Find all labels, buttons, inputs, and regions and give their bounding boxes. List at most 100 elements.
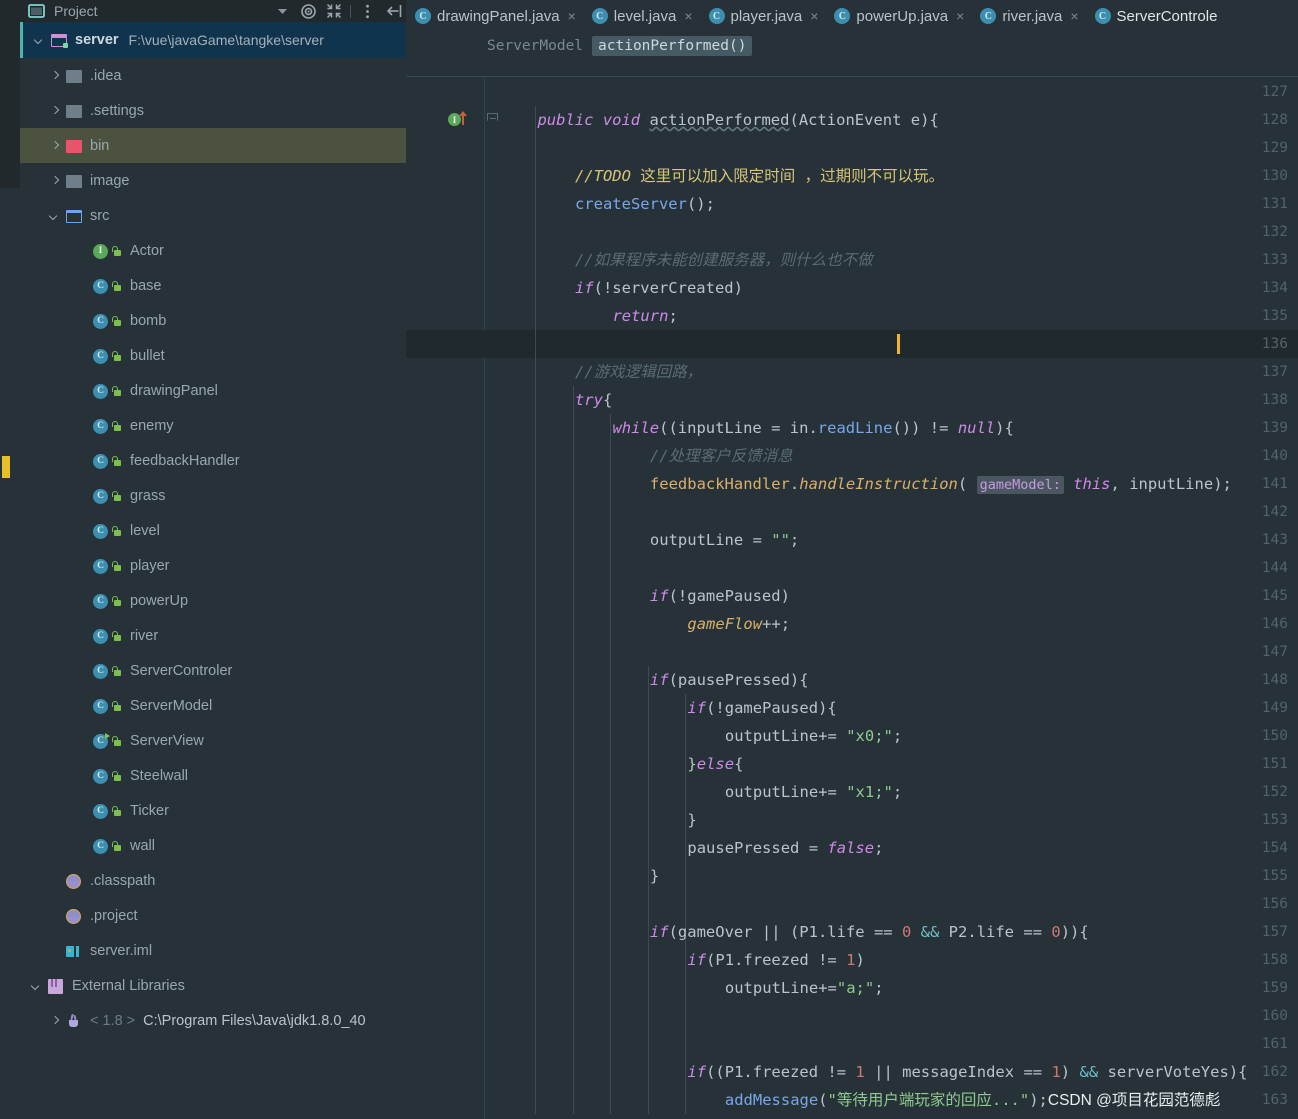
code-line[interactable]: outputLine+="a;"; [484, 974, 1298, 1002]
override-up-arrow-icon[interactable] [458, 111, 467, 125]
chevron-right-icon[interactable] [48, 104, 62, 118]
code-line[interactable] [484, 638, 1298, 666]
code-line[interactable]: public void actionPerformed(ActionEvent … [484, 106, 1298, 134]
lock-icon [112, 385, 121, 397]
editor-tab-drawingpanel-java[interactable]: CdrawingPanel.java × [406, 0, 583, 32]
code-line[interactable]: }else{ [484, 750, 1298, 778]
tree-item-player[interactable]: Cplayer [20, 548, 406, 583]
tree-item-ticker[interactable]: C Ticker [20, 793, 406, 828]
close-icon[interactable]: × [568, 9, 576, 23]
code-line[interactable]: outputLine+= "x0;"; [484, 722, 1298, 750]
code-line[interactable]: //如果程序未能创建服务器，则什么也不做 [484, 246, 1298, 274]
code-line[interactable]: pausePressed = false; [484, 834, 1298, 862]
editor-tab-player-java[interactable]: Cplayer.java × [700, 0, 826, 32]
project-tree[interactable]: server F:\vue\javaGame\tangke\server .idea… [20, 22, 406, 1038]
code-line[interactable] [484, 554, 1298, 582]
tree-arrow-spacer [75, 839, 89, 853]
chevron-right-icon[interactable] [48, 139, 62, 153]
tree-item-level[interactable]: Clevel [20, 513, 406, 548]
code-line[interactable]: feedbackHandler.handleInstruction( gameM… [484, 470, 1298, 498]
tree-item-wall[interactable]: Cwall [20, 828, 406, 863]
tree-item-image[interactable]: image [20, 163, 406, 198]
breadcrumb-method[interactable]: actionPerformed() [592, 36, 753, 56]
code-line[interactable]: if(!serverCreated) [484, 274, 1298, 302]
editor-tab-servercontrole[interactable]: C ServerControle [1086, 0, 1225, 32]
editor-tab-level-java[interactable]: Clevel.java × [583, 0, 700, 32]
tree-item--idea[interactable]: .idea [20, 58, 406, 93]
tree-item-river[interactable]: Criver [20, 618, 406, 653]
tree-item-src[interactable]: src [20, 198, 406, 233]
tree-item-grass[interactable]: Cgrass [20, 478, 406, 513]
breadcrumb-class[interactable]: ServerModel [484, 37, 586, 55]
editor-tab-bar[interactable]: CdrawingPanel.java × Clevel.java × Cplayer.j… [406, 0, 1298, 32]
code-line[interactable]: gameFlow++; [484, 610, 1298, 638]
code-line[interactable]: if(gameOver || (P1.life == 0 && P2.life … [484, 918, 1298, 946]
editor-tab-river-java[interactable]: Criver.java × [971, 0, 1085, 32]
code-line[interactable]: } [484, 806, 1298, 834]
tree-item-label: ServerModel [130, 697, 213, 714]
code-line[interactable]: if(pausePressed){ [484, 666, 1298, 694]
code-line[interactable] [484, 218, 1298, 246]
code-line[interactable]: if(!gamePaused){ [484, 694, 1298, 722]
code-line[interactable]: while((inputLine = in.readLine()) != nul… [484, 414, 1298, 442]
tree-item-bin[interactable]: bin [20, 128, 406, 163]
code-line[interactable] [484, 78, 1298, 106]
code-line[interactable]: outputLine+= "x1;"; [484, 778, 1298, 806]
chevron-down-icon[interactable] [33, 33, 47, 47]
code-line[interactable] [484, 890, 1298, 918]
more-vertical-icon[interactable] [354, 0, 380, 22]
code-line[interactable] [484, 498, 1298, 526]
code-line[interactable] [484, 134, 1298, 162]
tree-item-drawingpanel[interactable]: CdrawingPanel [20, 373, 406, 408]
chevron-right-icon[interactable] [48, 69, 62, 83]
code-line[interactable] [484, 330, 1298, 358]
code-line[interactable]: //处理客户反馈消息 [484, 442, 1298, 470]
tree-item--classpath[interactable]: .classpath [20, 863, 406, 898]
collapse-all-icon[interactable] [321, 0, 347, 22]
chevron-right-icon[interactable] [48, 1014, 62, 1028]
code-line[interactable]: try{ [484, 386, 1298, 414]
code-line[interactable]: return; [484, 302, 1298, 330]
code-line[interactable] [484, 1030, 1298, 1058]
close-icon[interactable]: × [810, 9, 818, 23]
code-line[interactable]: addMessage("等待用户端玩家的回应...");CSDN @项目花园范德… [484, 1086, 1298, 1114]
tree-item-powerup[interactable]: CpowerUp [20, 583, 406, 618]
tree-item-bullet[interactable]: Cbullet [20, 338, 406, 373]
tree-item--settings[interactable]: .settings [20, 93, 406, 128]
chevron-down-icon[interactable] [269, 0, 295, 22]
editor-tab-powerup-java[interactable]: CpowerUp.java × [825, 0, 971, 32]
close-icon[interactable]: × [684, 9, 692, 23]
code-line[interactable]: if(P1.freezed != 1) [484, 946, 1298, 974]
tree-item--project[interactable]: .project [20, 898, 406, 933]
code-line[interactable] [484, 1002, 1298, 1030]
code-line[interactable]: outputLine = ""; [484, 526, 1298, 554]
hide-panel-icon[interactable] [380, 0, 406, 22]
code-line[interactable]: } [484, 862, 1298, 890]
tree-item-serverview[interactable]: C ServerView [20, 723, 406, 758]
chevron-down-icon[interactable] [48, 209, 62, 223]
tree-item-server-iml[interactable]: server.iml [20, 933, 406, 968]
code-line[interactable]: //游戏逻辑回路， [484, 358, 1298, 386]
tree-item-server[interactable]: server F:\vue\javaGame\tangke\server [20, 22, 406, 58]
tree-item-actor[interactable]: I Actor [20, 233, 406, 268]
code-viewport[interactable]: 127 128 129 130 131 132 133 134 135 136 137 138 139 1… [406, 77, 1298, 1119]
target-locate-icon[interactable] [295, 0, 321, 22]
close-icon[interactable]: × [1070, 9, 1078, 23]
code-line[interactable]: //TODO 这里可以加入限定时间 ，过期则不可以玩。 [484, 162, 1298, 190]
tree-item--1-8-[interactable]: < 1.8 > C:\Program Files\Java\jdk1.8.0_40 [20, 1003, 406, 1038]
tree-item-feedbackhandler[interactable]: CfeedbackHandler [20, 443, 406, 478]
tree-item-external-libraries[interactable]: External Libraries [20, 968, 406, 1003]
tree-item-bomb[interactable]: Cbomb [20, 303, 406, 338]
chevron-down-icon[interactable] [30, 979, 44, 993]
close-icon[interactable]: × [956, 9, 964, 23]
tree-item-servercontroler[interactable]: C ServerControler [20, 653, 406, 688]
tree-item-steelwall[interactable]: C Steelwall [20, 758, 406, 793]
code-line[interactable]: if(!gamePaused) [484, 582, 1298, 610]
code-line[interactable]: if((P1.freezed != 1 || messageIndex == 1… [484, 1058, 1298, 1086]
editor-gutter[interactable] [406, 77, 484, 1119]
tree-item-servermodel[interactable]: C ServerModel [20, 688, 406, 723]
chevron-right-icon[interactable] [48, 174, 62, 188]
tree-item-base[interactable]: Cbase [20, 268, 406, 303]
code-line[interactable]: createServer(); [484, 190, 1298, 218]
tree-item-enemy[interactable]: Cenemy [20, 408, 406, 443]
